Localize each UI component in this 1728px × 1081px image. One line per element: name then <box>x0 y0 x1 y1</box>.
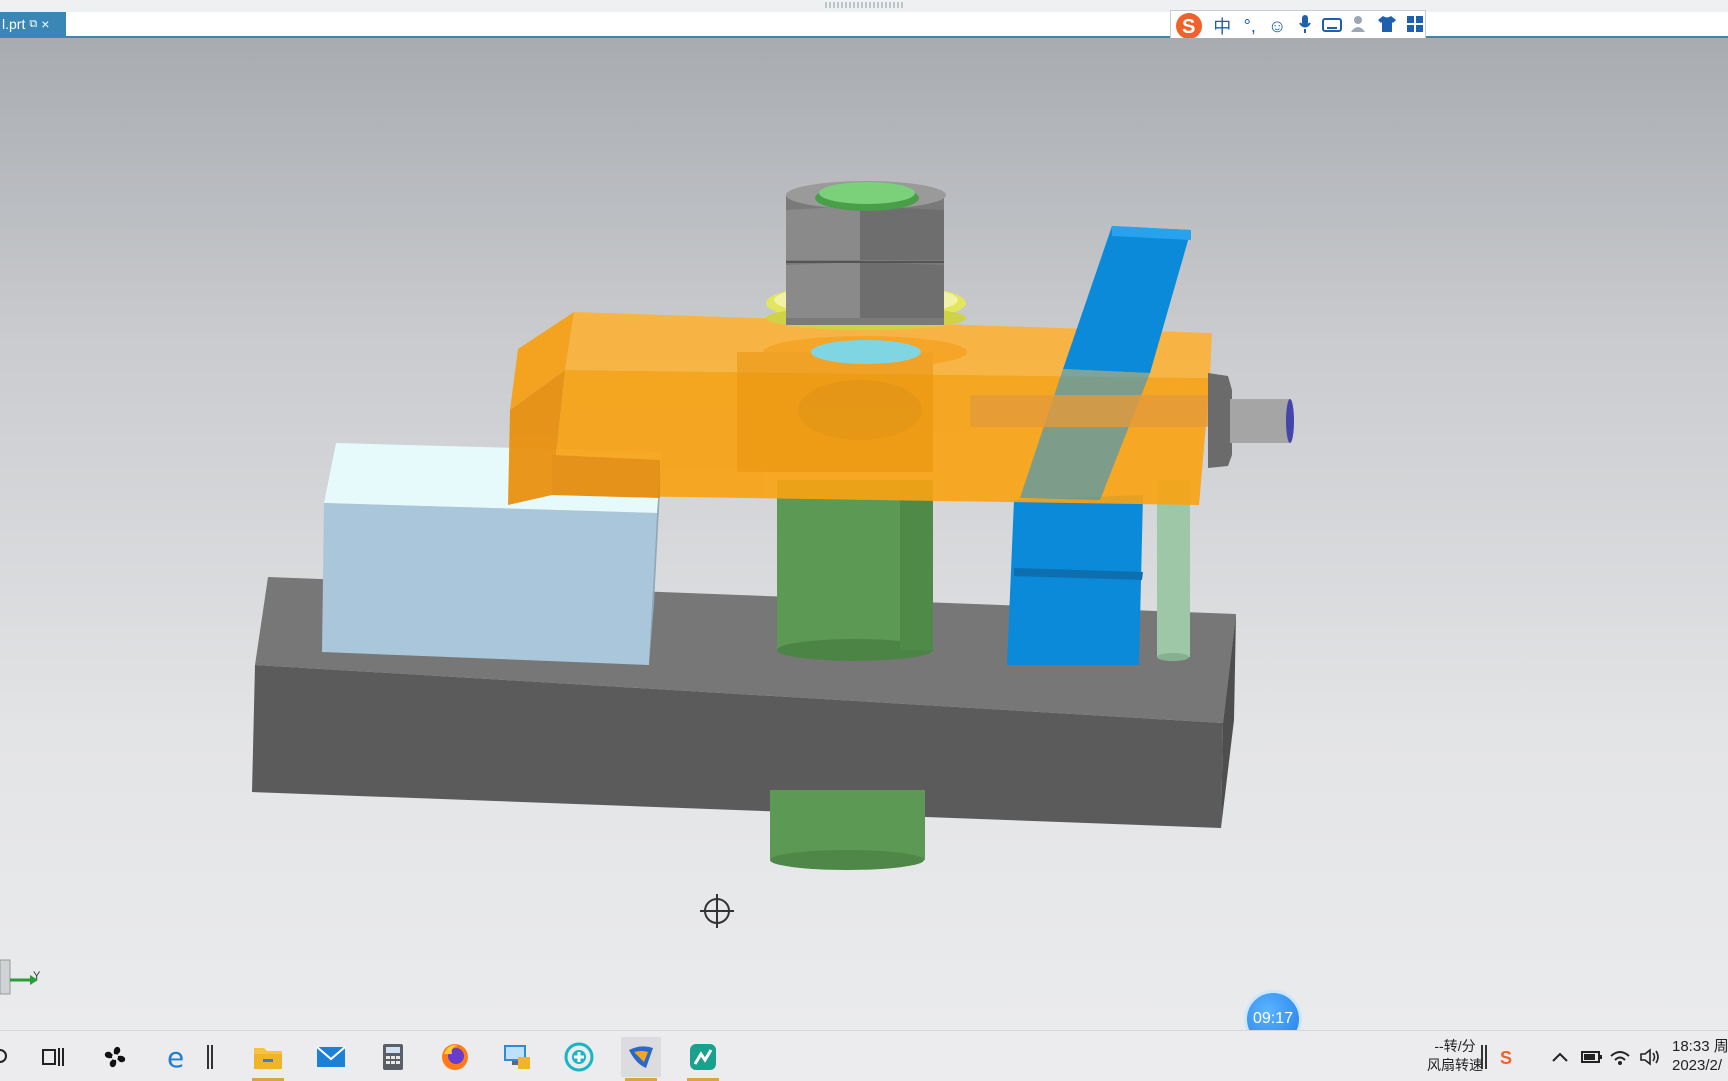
chinese-mode-toggle[interactable]: 中 <box>1212 13 1233 39</box>
document-tab[interactable]: l.prt ⧉ × <box>0 12 66 36</box>
edge-icon[interactable]: e <box>160 1037 200 1077</box>
fan-icon[interactable] <box>95 1037 135 1077</box>
clock-date: 2023/2/ <box>1672 1057 1723 1074</box>
nx-icon[interactable] <box>621 1037 661 1081</box>
svg-text:S: S <box>1500 1048 1512 1068</box>
keyboard-icon[interactable] <box>1322 16 1343 37</box>
drag-handle[interactable] <box>825 2 905 8</box>
emoji-icon[interactable]: ☺ <box>1267 16 1288 37</box>
mail-icon[interactable] <box>311 1037 351 1077</box>
center-cylinder[interactable] <box>777 480 933 661</box>
axis-y-label: Y <box>33 970 41 982</box>
restore-icon[interactable]: ⧉ <box>29 18 37 31</box>
search-icon[interactable] <box>0 1037 20 1077</box>
grid-icon[interactable] <box>1405 15 1426 38</box>
system-clock[interactable]: 18:33 周 2023/2/ <box>1672 1037 1728 1075</box>
file-explorer-icon[interactable] <box>248 1037 288 1081</box>
app-icon[interactable] <box>683 1037 723 1081</box>
firefox-icon[interactable] <box>435 1037 475 1077</box>
lower-cylinder[interactable] <box>770 790 925 870</box>
svg-text:S: S <box>1182 16 1195 38</box>
user-icon[interactable] <box>1350 15 1371 38</box>
remote-desktop-icon[interactable] <box>497 1037 537 1077</box>
calculator-icon[interactable] <box>373 1037 413 1077</box>
taskbar-separator <box>200 1037 220 1077</box>
task-view-icon[interactable] <box>33 1037 73 1077</box>
sogou-s-icon[interactable]: S <box>1173 11 1205 41</box>
thin-pin[interactable] <box>1157 480 1190 661</box>
microphone-icon[interactable] <box>1295 14 1316 39</box>
view-triad: Y <box>0 958 60 1003</box>
top-strip <box>0 0 1728 12</box>
shirt-icon[interactable] <box>1377 15 1398 38</box>
top-cap[interactable] <box>815 182 919 211</box>
svg-text:e: e <box>167 1042 184 1072</box>
taskbar: e --转/分 风扇转速 S 18:33 周 2023/2/ <box>0 1030 1728 1081</box>
document-tab-label: l.prt <box>2 16 26 32</box>
close-icon[interactable]: × <box>41 16 49 32</box>
document-tab-bar: l.prt ⧉ × <box>0 12 1728 38</box>
clock-time: 18:33 周 <box>1672 1038 1728 1055</box>
collar[interactable] <box>811 340 921 364</box>
sogou-tray-icon[interactable]: S <box>1488 1037 1528 1077</box>
punctuation-toggle[interactable]: °, <box>1240 16 1261 37</box>
crosshair-cursor-icon <box>700 894 734 928</box>
plus-circle-icon[interactable] <box>559 1037 599 1077</box>
3d-model-scene[interactable] <box>0 38 1728 1030</box>
graphics-viewport[interactable]: Y 09:17 <box>0 38 1728 1048</box>
blue-clamp-block[interactable] <box>1007 495 1143 665</box>
volume-icon[interactable] <box>1630 1037 1670 1077</box>
